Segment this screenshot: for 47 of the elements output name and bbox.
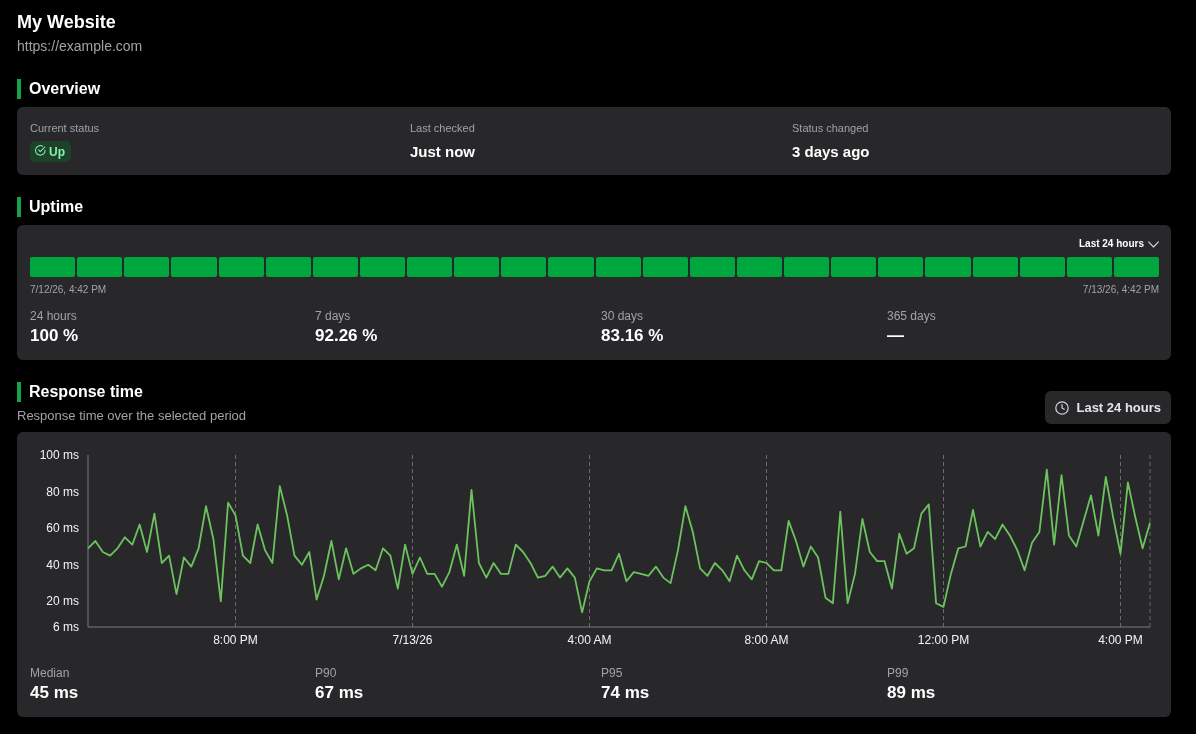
y-axis-label: 6 ms (53, 620, 79, 634)
check-circle-icon (35, 144, 46, 156)
timestamp-label: 7/12/26, 4:42 PM (30, 283, 107, 296)
stat-label: P95 (601, 666, 624, 681)
stat-value: 74 ms (601, 683, 651, 703)
stat-label: 365 days (887, 309, 937, 324)
x-axis-label: 4:00 PM (1098, 633, 1143, 647)
stat-label: 24 hours (30, 309, 78, 324)
y-axis-label: 20 ms (46, 594, 79, 609)
stat-value: — (887, 326, 905, 346)
x-axis-label: 12:00 PM (917, 633, 970, 647)
stat-value: 89 ms (887, 683, 937, 703)
field-value: 3 days ago (792, 142, 871, 162)
x-axis-label: 8:00 AM (744, 633, 789, 647)
x-axis-label: 8:00 PM (213, 633, 258, 647)
stat-label: 30 days (601, 309, 645, 324)
range-button[interactable]: Last 24 hours (1045, 391, 1171, 424)
stat-label: P99 (887, 666, 910, 681)
y-axis-label: 60 ms (46, 521, 79, 536)
section-heading: Uptime (17, 197, 1171, 217)
x-axis-label: 4:00 AM (567, 633, 612, 647)
section-subtitle: Response time over the selected period (17, 408, 247, 424)
stat-value: 100 % (30, 326, 80, 346)
stat-label: P90 (315, 666, 338, 681)
site-url: https://example.com (17, 37, 144, 55)
clock-icon (1055, 400, 1070, 415)
stat-value: 92.26 % (315, 326, 379, 346)
field-label: Last checked (410, 121, 476, 135)
field-label: Status changed (792, 121, 870, 135)
site-title: My Website (17, 11, 117, 33)
stat-label: 7 days (315, 309, 352, 324)
caret-icon (1148, 240, 1159, 248)
stat-value: 83.16 % (601, 326, 665, 346)
field-value: Just now (410, 142, 476, 162)
stat-value: 67 ms (315, 683, 365, 703)
y-axis-label: 80 ms (46, 484, 79, 499)
stat-label: Median (30, 666, 71, 681)
section-heading: Overview (17, 79, 1171, 99)
field-label: Current status (30, 121, 101, 135)
y-axis-label: 40 ms (46, 557, 79, 572)
range-dropdown[interactable]: Last 24 hours (1078, 237, 1159, 251)
x-axis-label: 7/13/26 (392, 633, 433, 647)
stat-value: 45 ms (30, 683, 80, 703)
section-heading: Response time (17, 382, 247, 402)
timestamp-label: 7/13/26, 4:42 PM (1082, 283, 1159, 296)
status-text: Up (49, 144, 65, 159)
y-axis-label: 100 ms (39, 448, 79, 462)
